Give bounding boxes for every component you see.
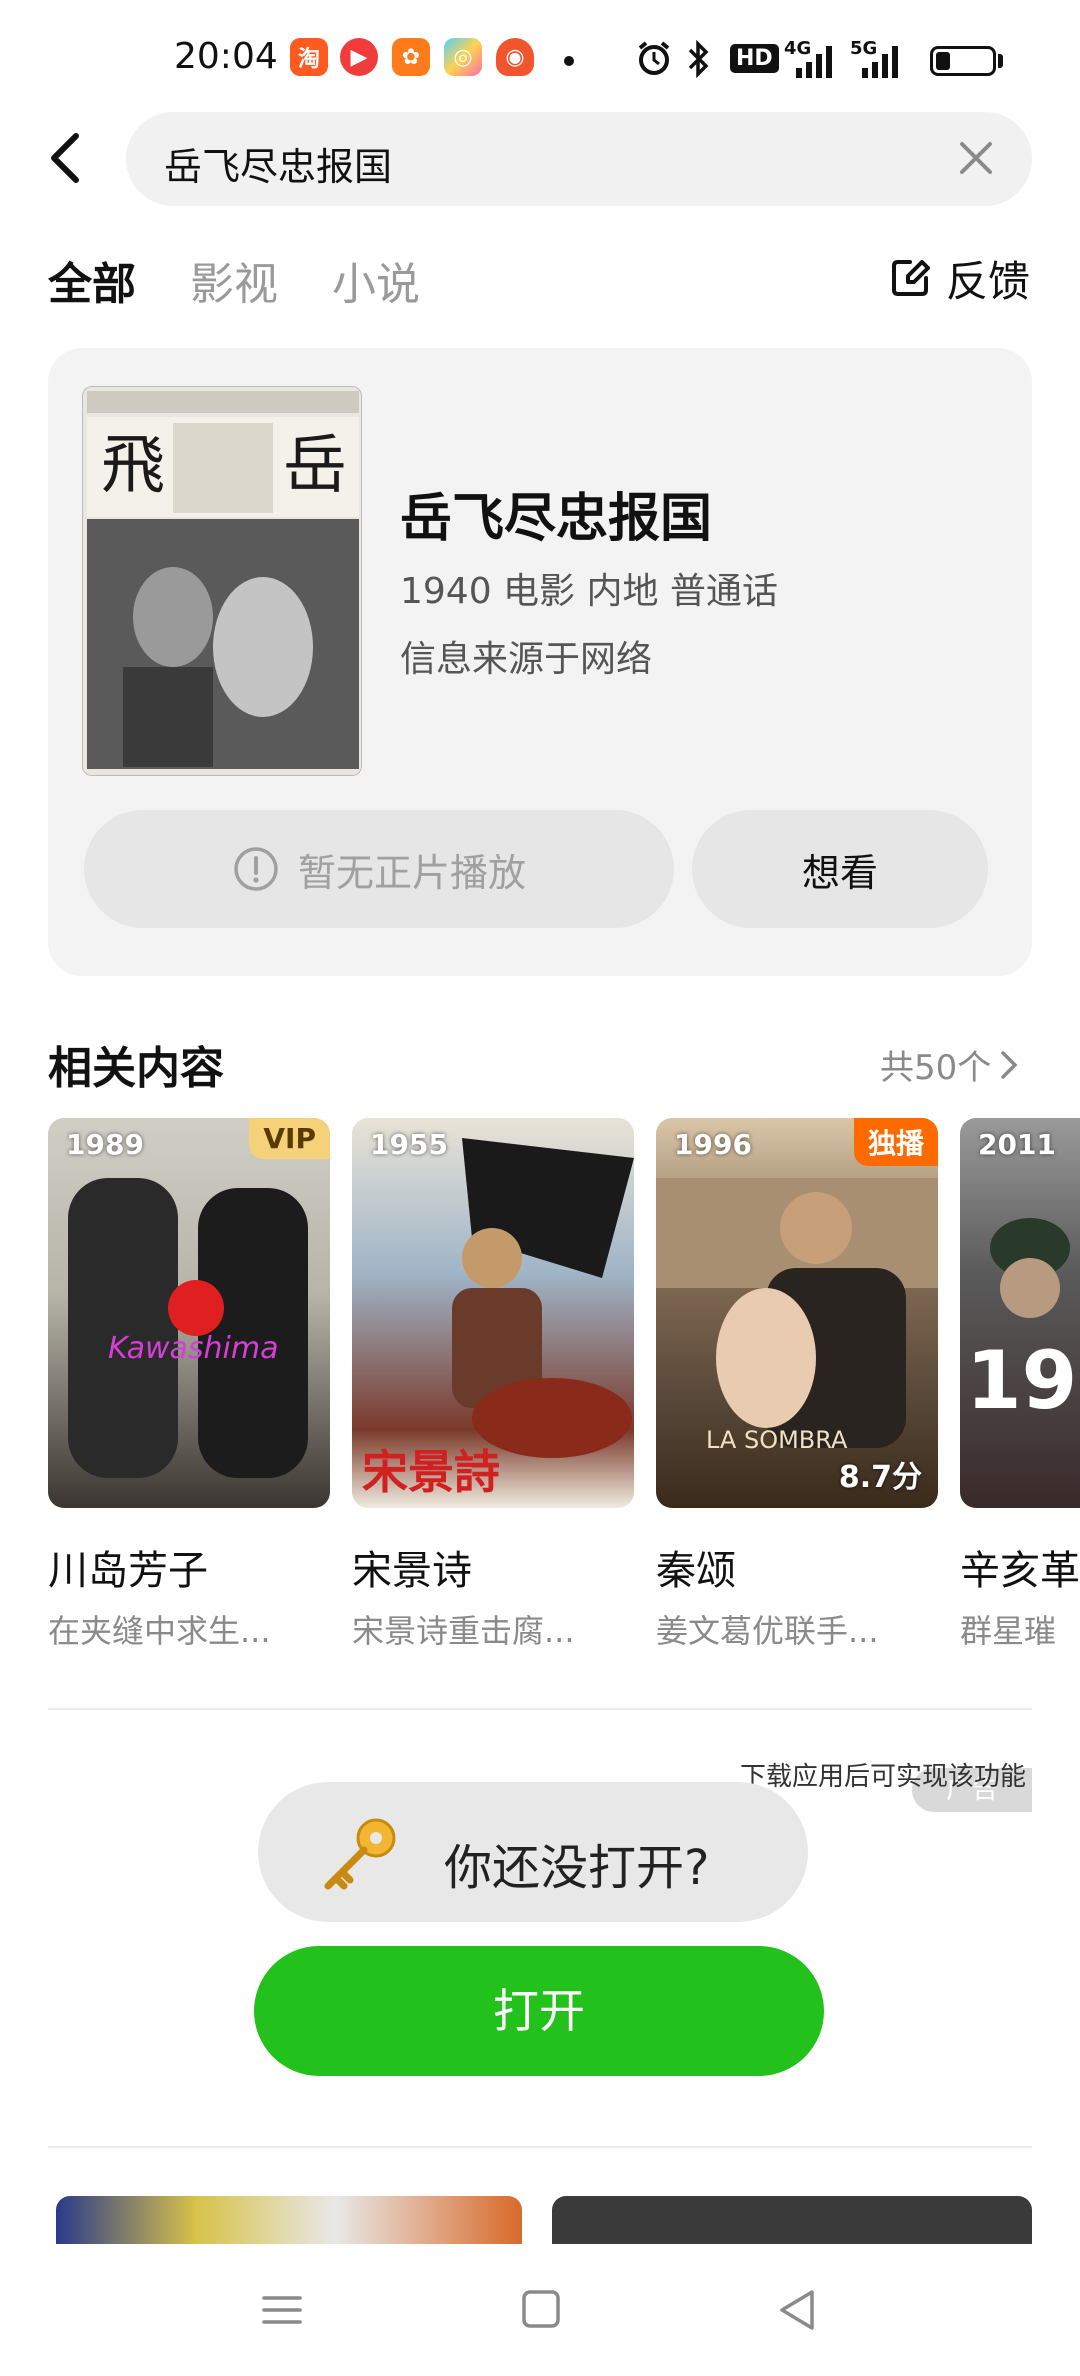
close-icon[interactable] bbox=[954, 136, 998, 180]
system-nav-bar bbox=[0, 2244, 1080, 2376]
ad-banner[interactable]: 广告 下载应用后可实现该功能 你还没打开? 打开 bbox=[48, 1710, 1032, 2110]
back-arrow-icon[interactable] bbox=[40, 122, 92, 194]
tab-film-tv[interactable]: 影视 bbox=[190, 248, 278, 312]
info-alert-icon bbox=[234, 847, 278, 891]
search-input[interactable]: 岳飞尽忠报国 bbox=[126, 112, 1032, 206]
related-year: 1989 bbox=[66, 1128, 144, 1161]
color-app-icon: ◎ bbox=[444, 38, 482, 76]
signal-5g-bars bbox=[862, 46, 898, 78]
edit-icon bbox=[892, 260, 930, 296]
taobao-icon: 淘 bbox=[290, 38, 328, 76]
movie-source: 信息来源于网络 bbox=[400, 639, 653, 680]
movie-poster[interactable]: 飛 岳 bbox=[82, 386, 362, 776]
related-desc: 姜文葛优联手... bbox=[656, 1612, 879, 1650]
related-desc: 群星璀 bbox=[960, 1612, 1057, 1650]
chevron-right-icon bbox=[1001, 1050, 1018, 1079]
svg-text:宋景詩: 宋景詩 bbox=[362, 1445, 500, 1499]
tab-all[interactable]: 全部 bbox=[48, 248, 136, 312]
battery-tip bbox=[998, 54, 1003, 68]
svg-text:飛: 飛 bbox=[101, 429, 165, 503]
no-play-label: 暂无正片播放 bbox=[297, 850, 526, 895]
related-thumbnail: 宋景詩 1955 bbox=[352, 1118, 634, 1508]
vip-badge: VIP bbox=[249, 1118, 330, 1159]
related-section-title: 相关内容 bbox=[48, 1043, 224, 1094]
search-query: 岳飞尽忠报国 bbox=[164, 145, 393, 189]
feedback-button[interactable]: 反馈 bbox=[888, 250, 1030, 306]
tab-novel[interactable]: 小说 bbox=[332, 248, 420, 312]
movie-card[interactable]: 飛 岳 岳飞尽忠报国 1940 电影 内地 普通话 信息来源于网络 暂无正片播放… bbox=[48, 348, 1032, 976]
related-thumbnail: LA SOMBRA 1996 独播 8.7分 bbox=[656, 1118, 938, 1508]
svg-text:191: 191 bbox=[966, 1334, 1080, 1427]
movie-title: 岳飞尽忠报国 bbox=[400, 489, 713, 549]
bluetooth-icon bbox=[688, 40, 709, 78]
home-icon[interactable] bbox=[510, 2284, 570, 2336]
related-name: 宋景诗 bbox=[352, 1548, 472, 1594]
related-name: 川岛芳子 bbox=[48, 1548, 208, 1594]
red-app-icon: ◉ bbox=[496, 38, 534, 76]
want-to-watch-button[interactable]: 想看 bbox=[692, 810, 988, 928]
video-app-icon: ▶ bbox=[340, 38, 378, 76]
open-button[interactable]: 打开 bbox=[254, 1946, 824, 2076]
menu-icon[interactable] bbox=[252, 2284, 312, 2336]
battery-icon bbox=[930, 46, 996, 76]
related-name: 秦颂 bbox=[656, 1548, 736, 1594]
exclusive-badge: 独播 bbox=[853, 1118, 938, 1166]
orange-app-icon: ✿ bbox=[392, 38, 430, 76]
back-nav-icon[interactable] bbox=[768, 2284, 828, 2336]
next-item-thumbnail[interactable] bbox=[56, 2196, 522, 2244]
poster-art: 飛 岳 bbox=[83, 387, 361, 775]
related-year: 1996 bbox=[674, 1128, 752, 1161]
svg-text:Kawashima: Kawashima bbox=[108, 1331, 279, 1366]
hd-icon: HD bbox=[730, 44, 779, 73]
related-name: 辛亥革 bbox=[960, 1548, 1080, 1594]
related-item[interactable]: 191 2011 辛亥革 群星璀 bbox=[960, 1118, 1080, 1678]
related-count-label: 共50个 bbox=[880, 1048, 992, 1088]
related-thumbnail: 191 2011 bbox=[960, 1118, 1080, 1508]
signal-4g-bars bbox=[796, 46, 832, 78]
movie-meta: 1940 电影 内地 普通话 bbox=[400, 571, 778, 612]
svg-text:LA SOMBRA: LA SOMBRA bbox=[706, 1426, 848, 1454]
svg-text:岳: 岳 bbox=[283, 429, 347, 503]
related-desc: 宋景诗重击腐... bbox=[352, 1612, 575, 1650]
next-item-thumbnail[interactable] bbox=[552, 2196, 1032, 2244]
no-play-button[interactable]: 暂无正片播放 bbox=[84, 810, 674, 928]
notification-dot bbox=[564, 56, 574, 66]
ad-question: 你还没打开? bbox=[444, 1840, 710, 1896]
alarm-icon bbox=[638, 41, 670, 75]
feedback-label: 反馈 bbox=[946, 256, 1031, 306]
related-see-all[interactable]: 共50个 bbox=[880, 1040, 1019, 1089]
status-time: 20:04 bbox=[174, 36, 278, 77]
status-bar: 20:04 淘 ▶ ✿ ◎ ◉ HD 4G 5G bbox=[0, 0, 1080, 120]
related-year: 2011 bbox=[978, 1128, 1056, 1161]
related-desc: 在夹缝中求生... bbox=[48, 1612, 271, 1650]
section-divider bbox=[48, 2146, 1032, 2148]
ad-note: 下载应用后可实现该功能 bbox=[739, 1762, 1026, 1792]
related-year: 1955 bbox=[370, 1128, 448, 1161]
related-thumbnail: Kawashima 1989 VIP bbox=[48, 1118, 330, 1508]
related-score: 8.7分 bbox=[838, 1460, 922, 1495]
key-icon bbox=[324, 1818, 396, 1890]
